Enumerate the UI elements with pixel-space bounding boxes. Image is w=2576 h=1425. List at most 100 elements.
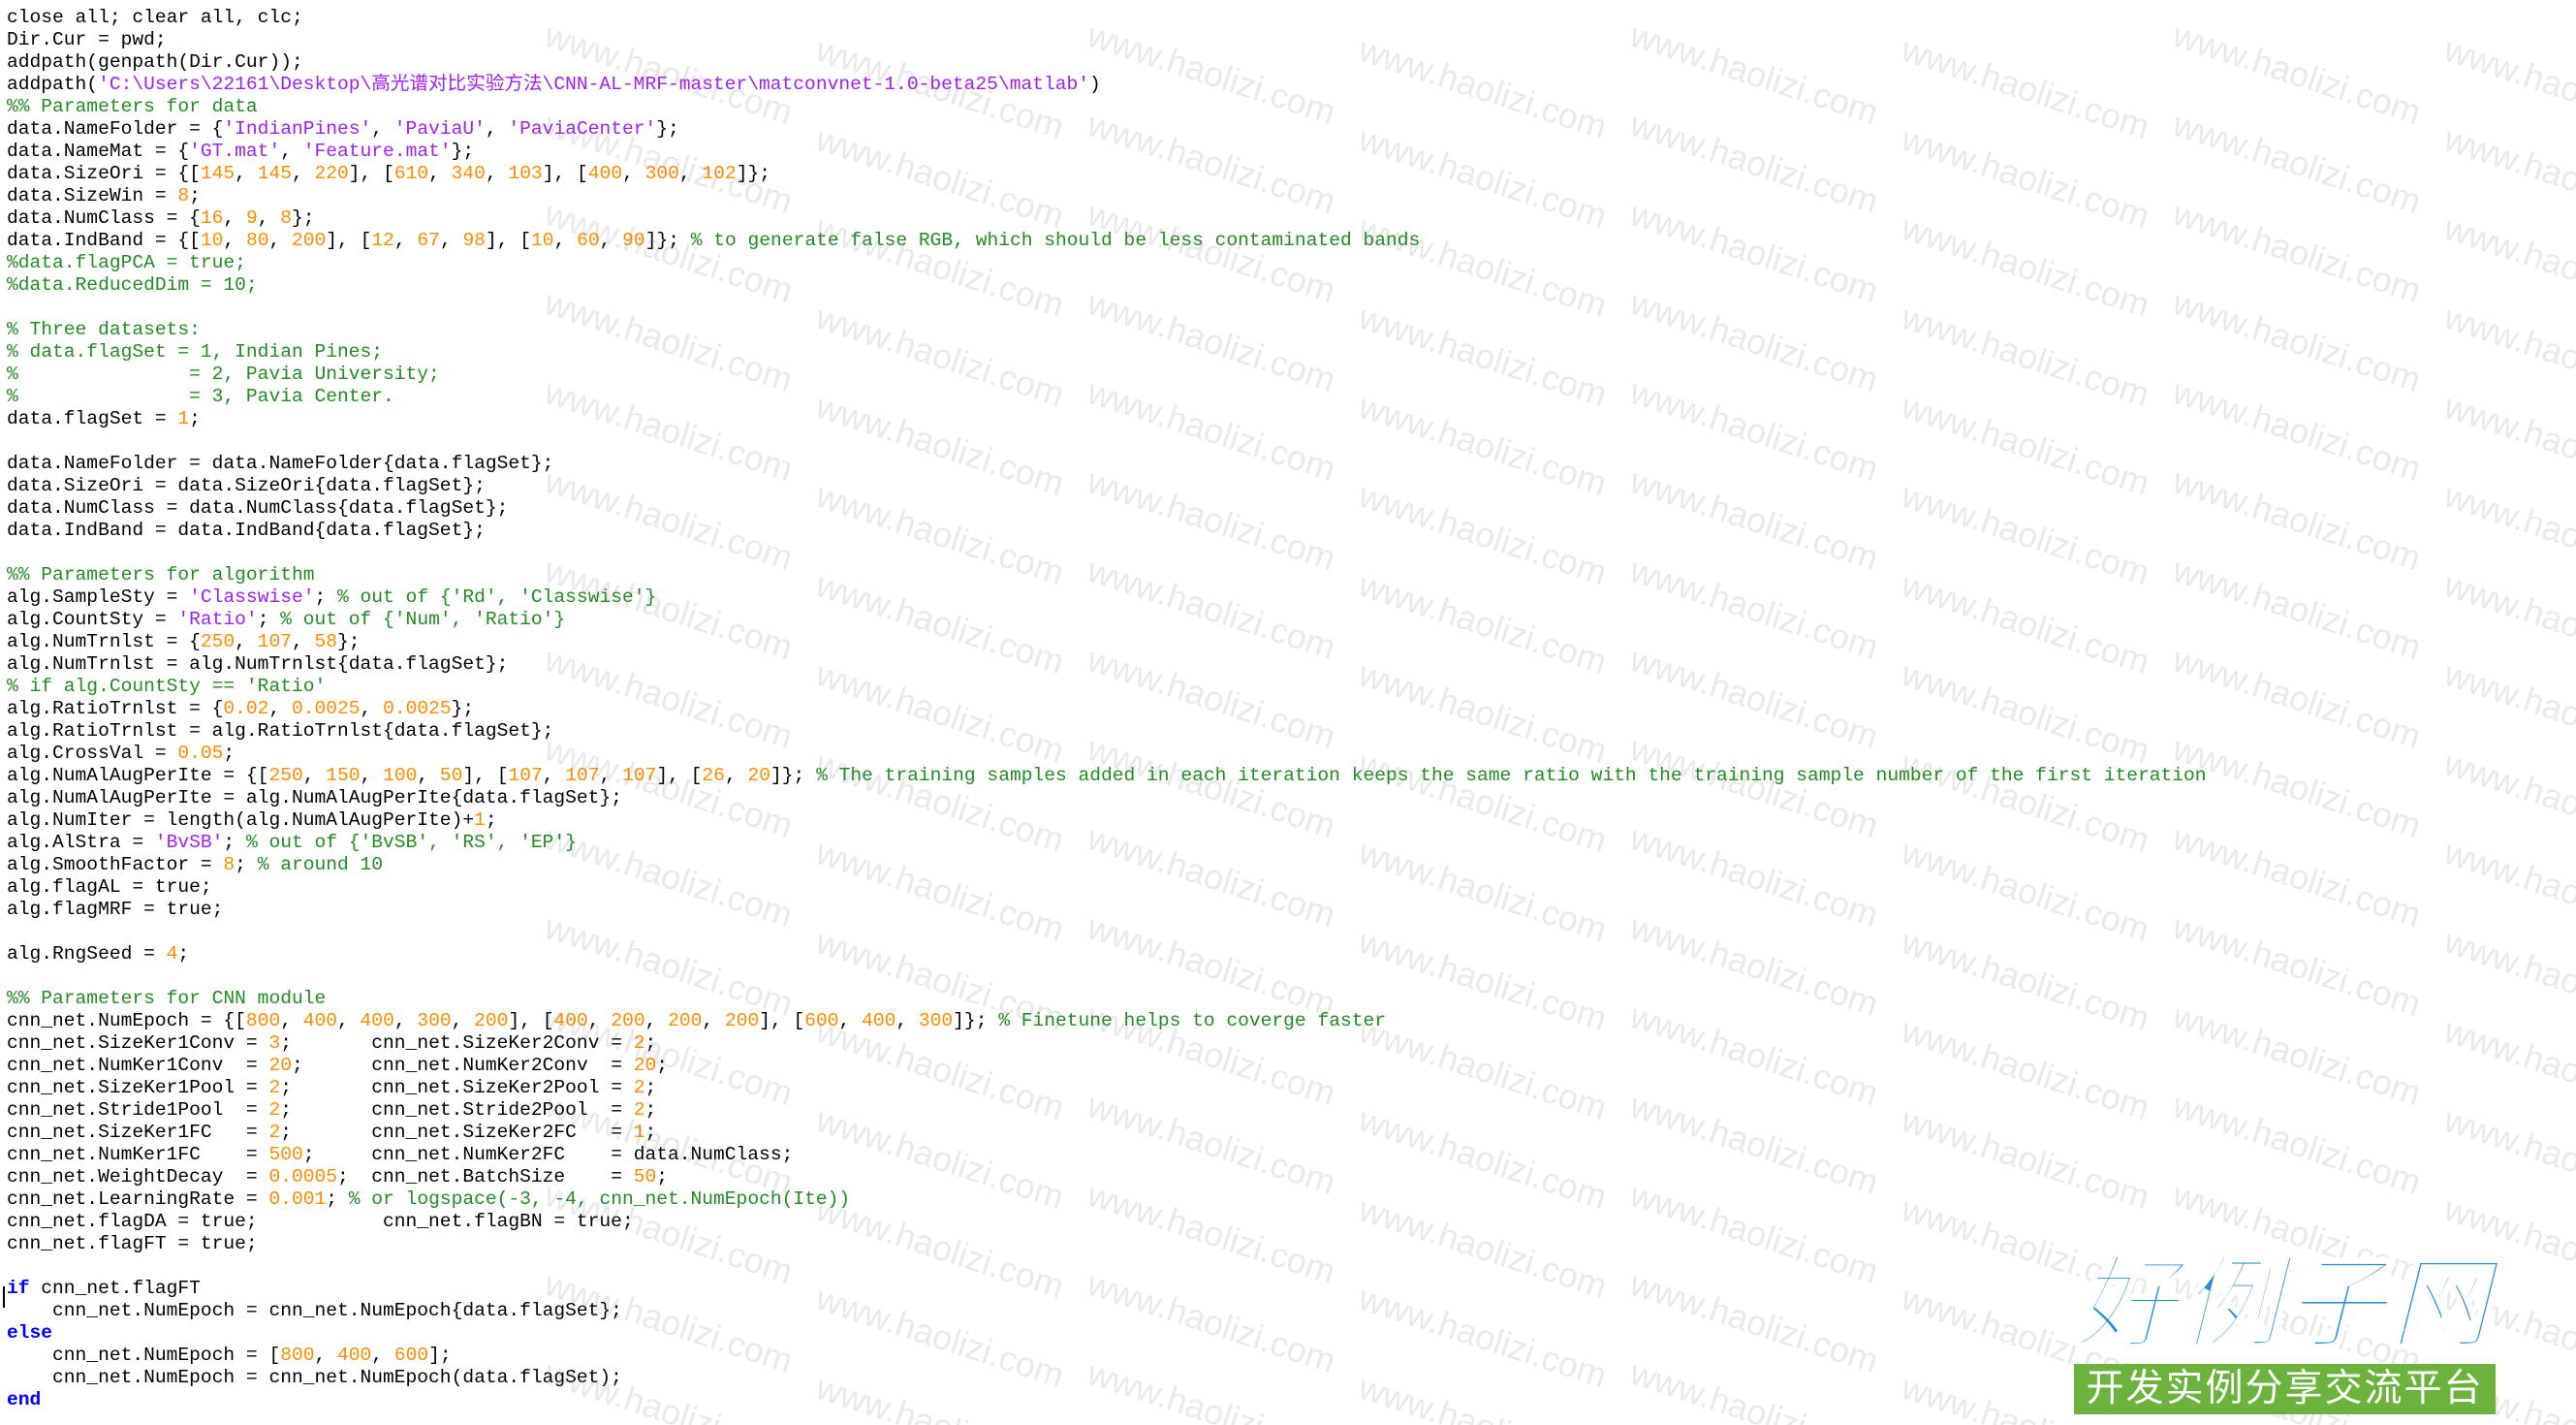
code-token: data.NameFolder = {	[7, 118, 224, 140]
text-caret	[3, 1286, 5, 1308]
code-token: cnn_net.flagFT = true;	[7, 1233, 258, 1254]
code-editor[interactable]: close all; clear all, clc; Dir.Cur = pwd;…	[7, 7, 2576, 1425]
code-token: cnn_net.NumEpoch = [	[7, 1345, 281, 1366]
number-token: 107	[508, 765, 543, 786]
number-token: 600	[393, 1345, 429, 1366]
number-token: 400	[337, 1345, 372, 1366]
code-token: ,	[360, 698, 384, 719]
comment-token: %% Parameters for CNN module	[7, 988, 327, 1009]
code-token: ;	[644, 1032, 657, 1054]
code-line: alg.NumAlAugPerIte = {[250, 150, 100, 50…	[7, 765, 2576, 787]
code-token: cnn_net.flagFT	[29, 1278, 201, 1299]
comment-token: %data.ReducedDim = 10;	[7, 274, 258, 296]
code-token: ;	[223, 743, 236, 764]
code-token: ;	[314, 586, 338, 608]
code-token: close all; clear all, clc;	[7, 7, 303, 28]
number-token: 0.02	[223, 698, 269, 719]
code-token: data.SizeOri = data.SizeOri{data.flagSet…	[7, 475, 486, 496]
code-token: alg.flagAL = true;	[7, 876, 212, 898]
code-token: ;	[235, 854, 258, 875]
code-token: cnn_net.NumEpoch = cnn_net.NumEpoch(data…	[7, 1367, 622, 1388]
code-line: data.IndBand = data.IndBand{data.flagSet…	[7, 520, 2576, 542]
code-token: ], [	[326, 230, 372, 251]
code-line: data.IndBand = {[10, 80, 200], [12, 67, …	[7, 230, 2576, 252]
code-token: alg.SmoothFactor =	[7, 854, 224, 875]
number-token: 145	[257, 163, 292, 184]
comment-token: % = 3, Pavia Center.	[7, 386, 394, 407]
comment-token: % Three datasets:	[7, 319, 201, 340]
code-token: ,	[291, 163, 315, 184]
number-token: 2	[268, 1077, 281, 1098]
string-token: 'PaviaU'	[393, 118, 486, 140]
code-token: data.IndBand = data.IndBand{data.flagSet…	[7, 520, 486, 541]
code-token: ,	[678, 163, 703, 184]
code-token: ,	[302, 765, 327, 786]
number-token: 300	[644, 163, 679, 184]
code-token: ,	[895, 1010, 919, 1031]
number-token: 80	[245, 230, 269, 251]
code-token: ,	[235, 163, 258, 184]
code-line: addpath('C:\Users\22161\Desktop\高光谱对比实验方…	[7, 74, 2576, 96]
code-token: };	[656, 118, 679, 140]
number-token: 400	[862, 1010, 896, 1031]
code-token: alg.SampleSty =	[7, 586, 190, 608]
code-token: ,	[371, 1345, 394, 1366]
code-token: ,	[417, 765, 440, 786]
code-token: cnn_net.LearningRate =	[7, 1188, 269, 1210]
number-token: 610	[393, 163, 429, 184]
code-line: alg.NumTrnlst = alg.NumTrnlst{data.flagS…	[7, 653, 2576, 676]
comment-token: % out of {'Num', 'Ratio'}	[280, 609, 566, 630]
code-line: data.SizeWin = 8;	[7, 185, 2576, 207]
code-line: alg.NumTrnlst = {250, 107, 58};	[7, 631, 2576, 653]
string-token: 'C:\Users\22161\Desktop\高光谱对比实验方法\CNN-AL…	[98, 74, 1090, 95]
number-token: 58	[314, 631, 338, 652]
code-token: ,	[268, 230, 293, 251]
number-token: 107	[257, 631, 292, 652]
code-token: cnn_net.NumKer1FC =	[7, 1144, 269, 1165]
number-token: 100	[383, 765, 418, 786]
string-token: 'Ratio'	[177, 609, 258, 630]
code-line: cnn_net.Stride1Pool = 2; cnn_net.Stride2…	[7, 1099, 2576, 1122]
number-token: 0.0005	[268, 1166, 338, 1188]
keyword-token: if	[7, 1278, 30, 1299]
code-token: data.NameMat = {	[7, 141, 190, 162]
code-token: ,	[223, 207, 246, 229]
code-token: )	[1089, 74, 1101, 95]
code-token: data.NumClass = data.NumClass{data.flagS…	[7, 497, 509, 519]
code-token: ,	[587, 1010, 612, 1031]
code-token: data.flagSet =	[7, 408, 178, 429]
comment-token: % to generate false RGB, which should be…	[690, 230, 1421, 251]
code-token: ; cnn_net.NumKer2Conv =	[291, 1055, 634, 1076]
number-token: 16	[200, 207, 224, 229]
code-token: alg.NumTrnlst = alg.NumTrnlst{data.flagS…	[7, 653, 509, 675]
code-token: ], [	[462, 765, 509, 786]
number-token: 340	[451, 163, 486, 184]
code-token: ,	[393, 1010, 418, 1031]
code-token: alg.flagMRF = true;	[7, 899, 224, 920]
code-line: % = 2, Pavia University;	[7, 364, 2576, 386]
code-token: ;	[644, 1122, 657, 1143]
code-token: alg.RatioTrnlst = alg.RatioTrnlst{data.f…	[7, 720, 554, 742]
code-token: ,	[542, 765, 566, 786]
code-token: ;	[177, 943, 190, 965]
number-token: 250	[268, 765, 303, 786]
code-line: data.NumClass = {16, 9, 8};	[7, 207, 2576, 230]
number-token: 300	[417, 1010, 452, 1031]
code-line: alg.flagMRF = true;	[7, 899, 2576, 921]
code-line: cnn_net.NumEpoch = {[800, 400, 400, 300,…	[7, 1010, 2576, 1032]
code-line: cnn_net.WeightDecay = 0.0005; cnn_net.Ba…	[7, 1166, 2576, 1188]
code-line: cnn_net.flagDA = true; cnn_net.flagBN = …	[7, 1211, 2576, 1233]
number-token: 50	[633, 1166, 657, 1188]
code-token: ,	[280, 1010, 303, 1031]
comment-token: %% Parameters for data	[7, 96, 258, 117]
code-token: };	[292, 207, 315, 229]
code-token: alg.RngSeed =	[7, 943, 167, 965]
code-line: alg.AlStra = 'BvSB'; % out of {'BvSB', '…	[7, 832, 2576, 854]
number-token: 1	[177, 408, 190, 429]
string-token: 'GT.mat'	[189, 141, 281, 162]
code-token: ; cnn_net.SizeKer2Pool =	[280, 1077, 634, 1098]
code-line: %data.ReducedDim = 10;	[7, 274, 2576, 297]
code-token: ], [	[759, 1010, 805, 1031]
code-token: ,	[838, 1010, 863, 1031]
